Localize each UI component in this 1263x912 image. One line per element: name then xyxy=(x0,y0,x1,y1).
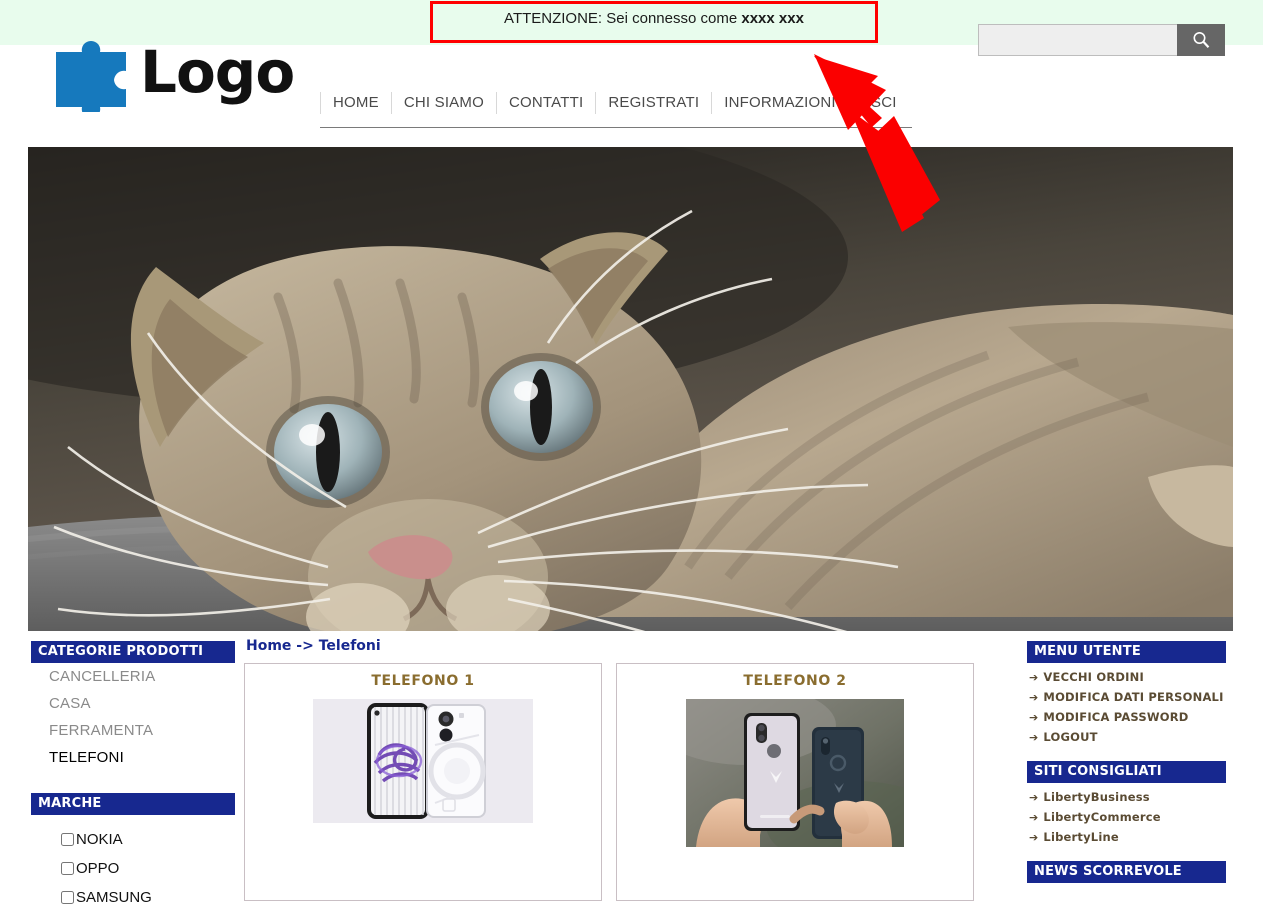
arrow-right-icon: ➔ xyxy=(1029,831,1039,844)
site-link-libertybusiness[interactable]: LibertyBusiness xyxy=(1043,790,1149,804)
logo-text: Logo xyxy=(140,38,295,106)
right-sidebar: MENU UTENTE ➔ VECCHI ORDINI ➔ MODIFICA D… xyxy=(1027,641,1226,883)
brand-label-nokia: NOKIA xyxy=(76,831,123,848)
list-item[interactable]: ➔ LOGOUT xyxy=(1027,727,1226,747)
list-item[interactable]: ➔ LibertyCommerce xyxy=(1027,807,1226,827)
recommended-sites-list: ➔ LibertyBusiness ➔ LibertyCommerce ➔ Li… xyxy=(1027,783,1226,847)
user-menu-panel-header: MENU UTENTE xyxy=(1027,641,1226,663)
categories-panel-header: CATEGORIE PRODOTTI xyxy=(31,641,235,663)
nav-item-esci[interactable]: ESCI xyxy=(847,92,909,114)
breadcrumb: Home -> Telefoni xyxy=(246,638,1016,654)
brand-label-oppo: OPPO xyxy=(76,860,120,877)
site-link-libertyline[interactable]: LibertyLine xyxy=(1043,830,1118,844)
brand-filter-oppo[interactable]: OPPO xyxy=(31,854,235,883)
checkbox-oppo[interactable] xyxy=(61,862,74,875)
product-title: TELEFONO 1 xyxy=(371,673,475,689)
main-content: Home -> Telefoni TELEFONO 1 TELEFONO 2 xyxy=(244,638,1016,901)
puzzle-piece-icon xyxy=(28,16,146,119)
user-menu-vecchi-ordini[interactable]: VECCHI ORDINI xyxy=(1043,670,1144,684)
left-sidebar: CATEGORIE PRODOTTI CANCELLERIA CASA FERR… xyxy=(31,641,235,912)
product-card-telefono-1[interactable]: TELEFONO 1 xyxy=(244,663,602,901)
brand-label-samsung: SAMSUNG xyxy=(76,889,152,906)
nav-item-informazioni[interactable]: INFORMAZIONI xyxy=(711,92,848,114)
list-item[interactable]: ➔ LibertyBusiness xyxy=(1027,787,1226,807)
category-cancelleria[interactable]: CANCELLERIA xyxy=(31,663,235,690)
search-input[interactable] xyxy=(978,24,1177,56)
list-item: CASA xyxy=(31,690,235,717)
brand-filter-list: NOKIA OPPO SAMSUNG xyxy=(31,815,235,912)
hero-banner-image xyxy=(28,147,1233,631)
list-item[interactable]: ➔ MODIFICA PASSWORD xyxy=(1027,707,1226,727)
arrow-right-icon: ➔ xyxy=(1029,671,1039,684)
nav-item-home[interactable]: HOME xyxy=(320,92,391,114)
list-item[interactable]: ➔ MODIFICA DATI PERSONALI xyxy=(1027,687,1226,707)
site-logo[interactable]: Logo xyxy=(28,14,295,119)
breadcrumb-current: Telefoni xyxy=(318,638,381,654)
category-list: CANCELLERIA CASA FERRAMENTA TELEFONI xyxy=(31,663,235,771)
nav-item-contatti[interactable]: CONTATTI xyxy=(495,92,595,114)
user-menu-modifica-password[interactable]: MODIFICA PASSWORD xyxy=(1043,710,1188,724)
arrow-right-icon: ➔ xyxy=(1029,691,1039,704)
arrow-right-icon: ➔ xyxy=(1029,811,1039,824)
recommended-sites-panel-header: SITI CONSIGLIATI xyxy=(1027,761,1226,783)
site-link-libertycommerce[interactable]: LibertyCommerce xyxy=(1043,810,1160,824)
alert-username: xxxx xxx xyxy=(741,10,804,27)
list-item: TELEFONI xyxy=(31,744,235,771)
breadcrumb-separator: -> xyxy=(291,638,319,654)
user-menu-list: ➔ VECCHI ORDINI ➔ MODIFICA DATI PERSONAL… xyxy=(1027,663,1226,747)
brand-filter-nokia[interactable]: NOKIA xyxy=(31,825,235,854)
arrow-right-icon: ➔ xyxy=(1029,791,1039,804)
breadcrumb-home-link[interactable]: Home xyxy=(246,638,291,654)
category-ferramenta[interactable]: FERRAMENTA xyxy=(31,717,235,744)
main-navigation: HOME CHI SIAMO CONTATTI REGISTRATI INFOR… xyxy=(320,92,912,128)
nav-item-registrati[interactable]: REGISTRATI xyxy=(595,92,711,114)
connection-alert-box: ATTENZIONE: Sei connesso come xxxx xxx xyxy=(430,1,878,43)
checkbox-nokia[interactable] xyxy=(61,833,74,846)
connection-alert-text: ATTENZIONE: Sei connesso come xxxx xxx xyxy=(504,10,804,27)
checkbox-samsung[interactable] xyxy=(61,891,74,904)
category-casa[interactable]: CASA xyxy=(31,690,235,717)
user-menu-modifica-dati-personali[interactable]: MODIFICA DATI PERSONALI xyxy=(1043,690,1223,704)
search-button[interactable] xyxy=(1177,24,1225,56)
product-card-telefono-2[interactable]: TELEFONO 2 xyxy=(616,663,974,901)
brand-filter-samsung[interactable]: SAMSUNG xyxy=(31,883,235,912)
category-telefoni[interactable]: TELEFONI xyxy=(31,744,235,771)
product-image-telefono-1[interactable] xyxy=(313,699,533,823)
brands-panel-header: MARCHE xyxy=(31,793,235,815)
alert-prefix: ATTENZIONE: Sei connesso come xyxy=(504,10,742,27)
product-grid: TELEFONO 1 TELEFONO 2 xyxy=(244,663,1016,901)
news-panel-header: NEWS SCORREVOLE xyxy=(1027,861,1226,883)
search-icon xyxy=(1190,29,1212,51)
list-item[interactable]: ➔ LibertyLine xyxy=(1027,827,1226,847)
arrow-right-icon: ➔ xyxy=(1029,731,1039,744)
list-item[interactable]: ➔ VECCHI ORDINI xyxy=(1027,667,1226,687)
nav-item-chi-siamo[interactable]: CHI SIAMO xyxy=(390,92,496,114)
arrow-right-icon: ➔ xyxy=(1029,711,1039,724)
list-item: CANCELLERIA xyxy=(31,663,235,690)
search-bar xyxy=(978,24,1225,56)
product-image-telefono-2[interactable] xyxy=(686,699,904,847)
list-item: FERRAMENTA xyxy=(31,717,235,744)
product-title: TELEFONO 2 xyxy=(743,673,847,689)
user-menu-logout[interactable]: LOGOUT xyxy=(1043,730,1097,744)
